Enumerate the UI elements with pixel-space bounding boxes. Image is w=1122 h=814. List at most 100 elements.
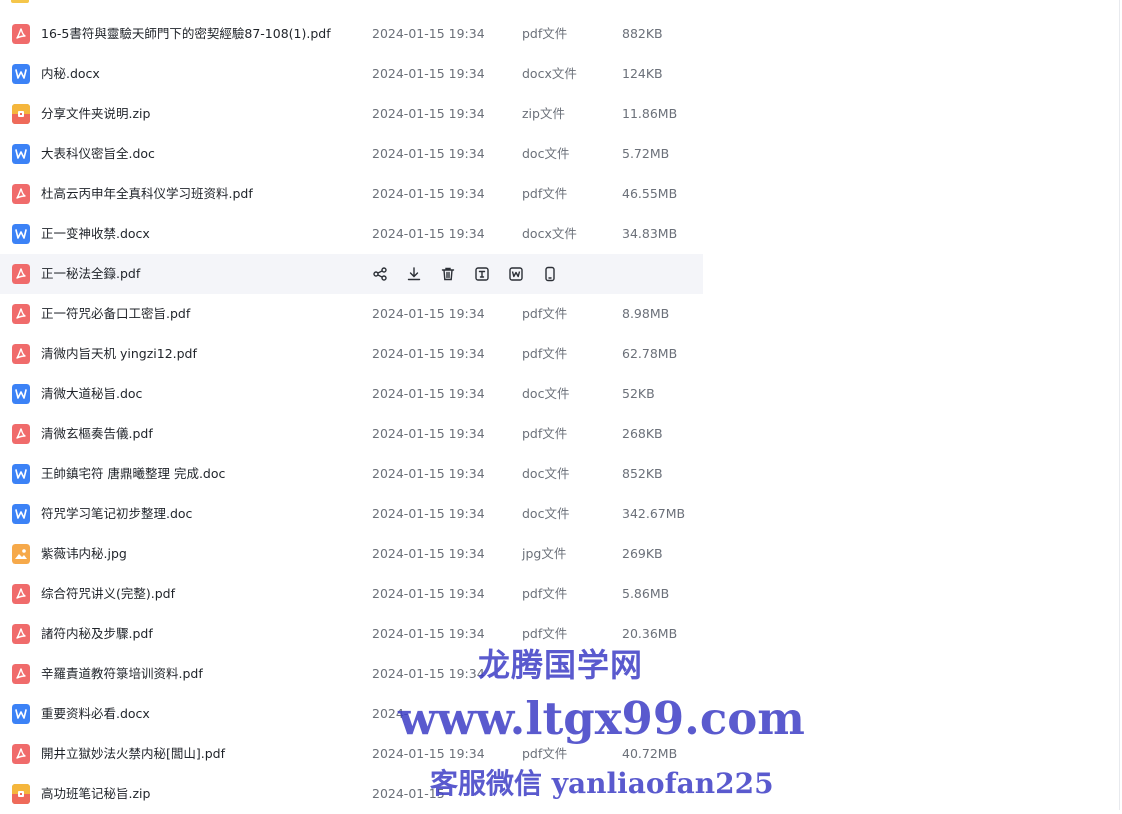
file-size: 269KB <box>622 546 663 561</box>
file-type: zip文件 <box>522 106 565 121</box>
file-size: 62.78MB <box>622 346 678 361</box>
file-name[interactable]: 正一符咒必备口工密旨.pdf <box>41 294 190 334</box>
pdf-icon <box>12 344 30 364</box>
file-row[interactable]: 杜高云丙申年全真科仪学习班资料.pdf 2024-01-15 19:34 pdf文件… <box>0 174 703 214</box>
file-name[interactable]: 開井立獄妙法火禁内秘[閭山].pdf <box>41 734 225 774</box>
file-date: 2024-01-15 19:34 <box>372 226 485 241</box>
file-row[interactable]: 大表科仪密旨全.doc 2024-01-15 19:34 doc文件 5.72MB <box>0 134 703 174</box>
folder-icon-partial <box>11 0 29 3</box>
file-name[interactable]: 諸符内秘及步驟.pdf <box>41 614 153 654</box>
file-date: 2024-01-15 19:34 <box>372 186 485 201</box>
file-name[interactable]: 正一变神收禁.docx <box>41 214 150 254</box>
file-name[interactable]: 大表科仪密旨全.doc <box>41 134 155 174</box>
file-row[interactable]: 清微玄樞奏告儀.pdf 2024-01-15 19:34 pdf文件 268KB <box>0 414 703 454</box>
word-icon <box>12 464 30 484</box>
file-name[interactable]: 符咒学习笔记初步整理.doc <box>41 494 192 534</box>
file-row[interactable]: 分享文件夹说明.zip 2024-01-15 19:34 zip文件 11.86MB <box>0 94 703 134</box>
file-size: 268KB <box>622 426 663 441</box>
file-date: 2024-01-15 19:34 <box>372 26 485 41</box>
zip-icon <box>12 784 30 804</box>
file-name[interactable]: 内秘.docx <box>41 54 100 94</box>
file-type: doc文件 <box>522 146 570 161</box>
file-size: 34.83MB <box>622 226 678 241</box>
file-size: 852KB <box>622 466 663 481</box>
file-name[interactable]: 高功班笔记秘旨.zip <box>41 774 150 814</box>
file-name[interactable]: 16-5書符與靈驗天師門下的密契經驗87-108(1).pdf <box>41 14 331 54</box>
word-icon <box>12 384 30 404</box>
text-extract-icon[interactable] <box>474 266 490 282</box>
file-row[interactable]: 综合符咒讲义(完整).pdf 2024-01-15 19:34 pdf文件 5.86M… <box>0 574 703 614</box>
file-name[interactable]: 分享文件夹说明.zip <box>41 94 150 134</box>
pdf-icon <box>12 424 30 444</box>
watermark-contact: 客服微信 yanliaofan225 <box>430 767 774 800</box>
delete-icon[interactable] <box>440 266 456 282</box>
word-icon <box>12 64 30 84</box>
file-row[interactable]: 紫薇讳内秘.jpg 2024-01-15 19:34 jpg文件 269KB <box>0 534 703 574</box>
file-row[interactable]: 内秘.docx 2024-01-15 19:34 docx文件 124KB <box>0 54 703 94</box>
file-date: 2024-01-15 19:34 <box>372 546 485 561</box>
file-type: doc文件 <box>522 466 570 481</box>
file-type: docx文件 <box>522 226 577 241</box>
word-icon <box>12 704 30 724</box>
file-date: 2024-01-15 19:34 <box>372 386 485 401</box>
pdf-icon <box>12 304 30 324</box>
pdf-icon <box>12 184 30 204</box>
file-name[interactable]: 清微玄樞奏告儀.pdf <box>41 414 153 454</box>
file-name[interactable]: 清微内旨天机 yingzi12.pdf <box>41 334 197 374</box>
file-name[interactable]: 王帥鎮宅符 唐鼎曦整理 完成.doc <box>41 454 225 494</box>
word-icon <box>12 144 30 164</box>
file-name[interactable]: 清微大道秘旨.doc <box>41 374 142 414</box>
file-size: 8.98MB <box>622 306 670 321</box>
file-size: 11.86MB <box>622 106 678 121</box>
file-name[interactable]: 紫薇讳内秘.jpg <box>41 534 127 574</box>
pdf-icon <box>12 744 30 764</box>
word-convert-icon[interactable] <box>508 266 524 282</box>
file-name[interactable]: 综合符咒讲义(完整).pdf <box>41 574 175 614</box>
file-date: 2024-01-15 19:34 <box>372 466 485 481</box>
file-size: 46.55MB <box>622 186 678 201</box>
file-size: 124KB <box>622 66 663 81</box>
watermark-url: www.ltgx99.com <box>398 692 805 745</box>
file-type: pdf文件 <box>522 426 568 441</box>
download-icon[interactable] <box>406 266 422 282</box>
zip-icon <box>12 104 30 124</box>
phone-icon[interactable] <box>542 266 558 282</box>
file-date: 2024-01-15 19:34 <box>372 306 485 321</box>
file-type: doc文件 <box>522 506 570 521</box>
file-size: 882KB <box>622 26 663 41</box>
file-date: 2024-01-15 19:34 <box>372 506 485 521</box>
share-icon[interactable] <box>372 266 388 282</box>
file-date: 2024-01-15 19:34 <box>372 666 485 681</box>
file-name[interactable]: 辛羅責道教符箓培训资料.pdf <box>41 654 203 694</box>
file-row[interactable]: 正一变神收禁.docx 2024-01-15 19:34 docx文件 34.83MB <box>0 214 703 254</box>
file-row[interactable]: 符咒学习笔记初步整理.doc 2024-01-15 19:34 doc文件 342.6… <box>0 494 703 534</box>
file-name[interactable]: 重要资料必看.docx <box>41 694 150 734</box>
watermark-site-name: 龙腾国学网 <box>478 646 644 684</box>
file-name[interactable]: 正一秘法全籙.pdf <box>41 254 140 294</box>
file-size: 5.72MB <box>622 146 670 161</box>
pdf-icon <box>12 584 30 604</box>
file-row[interactable]: 正一符咒必备口工密旨.pdf 2024-01-15 19:34 pdf文件 8.98M… <box>0 294 703 334</box>
file-row[interactable]: 正一秘法全籙.pdf <box>0 254 703 294</box>
file-row[interactable]: 16-5書符與靈驗天師門下的密契經驗87-108(1).pdf 2024-01-1… <box>0 14 703 54</box>
file-row[interactable]: 清微内旨天机 yingzi12.pdf 2024-01-15 19:34 pdf文件… <box>0 334 703 374</box>
file-size: 52KB <box>622 386 655 401</box>
file-type: doc文件 <box>522 386 570 401</box>
file-row[interactable]: 王帥鎮宅符 唐鼎曦整理 完成.doc 2024-01-15 19:34 doc文件 8… <box>0 454 703 494</box>
pdf-icon <box>12 24 30 44</box>
file-date: 2024-01-15 19:34 <box>372 106 485 121</box>
word-icon <box>12 224 30 244</box>
file-row[interactable]: 清微大道秘旨.doc 2024-01-15 19:34 doc文件 52KB <box>0 374 703 414</box>
file-date: 2024-01-15 19:34 <box>372 146 485 161</box>
pdf-icon <box>12 664 30 684</box>
file-type: pdf文件 <box>522 306 568 321</box>
pdf-icon <box>12 264 30 284</box>
file-name[interactable]: 杜高云丙申年全真科仪学习班资料.pdf <box>41 174 253 214</box>
file-date: 2024-01-15 19:34 <box>372 426 485 441</box>
file-type: pdf文件 <box>522 26 568 41</box>
file-type: pdf文件 <box>522 586 568 601</box>
file-size: 342.67MB <box>622 506 686 521</box>
file-type: jpg文件 <box>522 546 567 561</box>
file-type: docx文件 <box>522 66 577 81</box>
file-type: pdf文件 <box>522 346 568 361</box>
